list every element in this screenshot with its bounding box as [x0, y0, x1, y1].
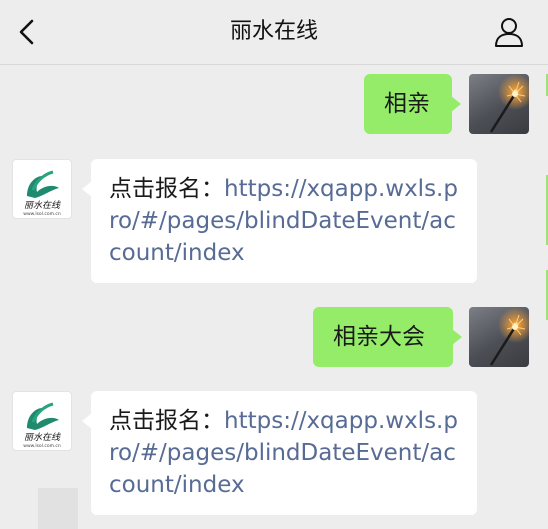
- logo-name-text: 丽水在线: [24, 200, 61, 211]
- person-icon: [495, 18, 523, 47]
- account-avatar[interactable]: 丽水在线 www.lsol.com.cn: [12, 159, 72, 219]
- account-avatar[interactable]: 丽水在线 www.lsol.com.cn: [12, 391, 72, 451]
- chat-header: 丽水在线: [0, 0, 548, 65]
- logo-name-text: 丽水在线: [24, 432, 61, 443]
- message-text: 相亲: [384, 91, 430, 117]
- chat-title: 丽水在线: [229, 19, 318, 44]
- message-text: 相亲大会: [333, 324, 425, 350]
- logo-site-text: www.lsol.com.cn: [23, 211, 61, 217]
- sparkler-photo: [489, 314, 526, 366]
- message-bubble-self[interactable]: 相亲大会: [313, 307, 462, 367]
- message-bubble-other[interactable]: 点击报名：https://xqapp.wxls.pro/#/pages/blin…: [82, 391, 477, 515]
- sparkler-photo: [489, 81, 526, 133]
- message-prefix: 点击报名：: [109, 176, 224, 202]
- crane-logo: 丽水在线 www.lsol.com.cn: [23, 170, 61, 217]
- chat-info-button[interactable]: [492, 15, 526, 49]
- message-prefix: 点击报名：: [109, 408, 224, 434]
- message-bubble-self[interactable]: 相亲: [364, 74, 461, 134]
- self-avatar[interactable]: [469, 74, 529, 134]
- partial-avatar: [38, 488, 78, 529]
- logo-site-text: www.lsol.com.cn: [23, 443, 61, 449]
- crane-logo: 丽水在线 www.lsol.com.cn: [23, 402, 61, 449]
- message-bubble-other[interactable]: 点击报名：https://xqapp.wxls.pro/#/pages/blin…: [82, 159, 477, 283]
- self-avatar[interactable]: [469, 307, 529, 367]
